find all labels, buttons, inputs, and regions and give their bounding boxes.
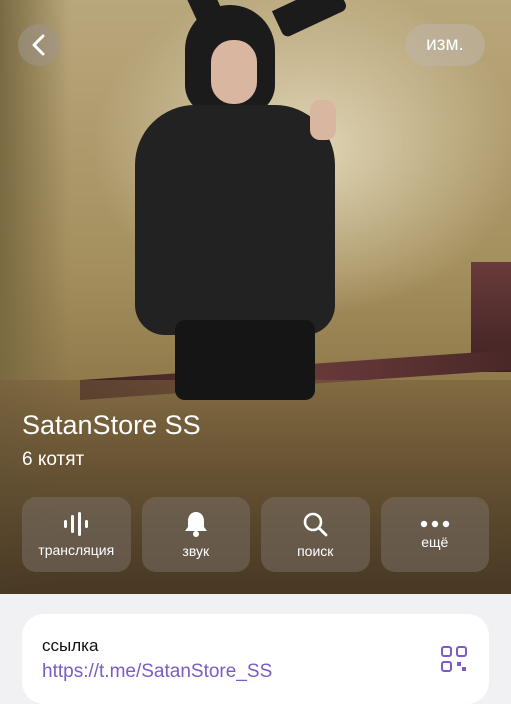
more-dots-icon xyxy=(420,520,449,527)
broadcast-button[interactable]: трансляция xyxy=(22,497,131,572)
broadcast-label: трансляция xyxy=(38,541,115,558)
sound-button[interactable]: звук xyxy=(141,497,250,572)
edit-button[interactable]: изм. xyxy=(405,24,485,66)
profile-name: SatanStore SS xyxy=(22,410,201,440)
search-icon xyxy=(303,512,328,536)
link-url[interactable]: https://t.me/SatanStore_SS xyxy=(42,661,272,683)
action-bar: трансляция звук поиск ещё xyxy=(22,497,489,572)
chevron-left-icon xyxy=(32,34,45,56)
link-label: ссылка xyxy=(42,636,99,655)
profile-photo: изм. SatanStore SS 6 котят трансляция зв… xyxy=(0,0,511,594)
sound-label: звук xyxy=(182,542,210,559)
photo-person xyxy=(125,0,349,400)
profile-subtitle: 6 котят xyxy=(22,449,85,470)
qr-code-icon[interactable] xyxy=(441,646,467,672)
more-button[interactable]: ещё xyxy=(380,497,489,572)
back-button[interactable] xyxy=(18,24,60,66)
bell-icon xyxy=(184,511,207,537)
search-button[interactable]: поиск xyxy=(261,497,370,572)
search-label: поиск xyxy=(297,542,334,559)
link-card: ссылка https://t.me/SatanStore_SS xyxy=(22,614,489,704)
broadcast-icon xyxy=(64,511,89,536)
more-label: ещё xyxy=(421,533,449,550)
